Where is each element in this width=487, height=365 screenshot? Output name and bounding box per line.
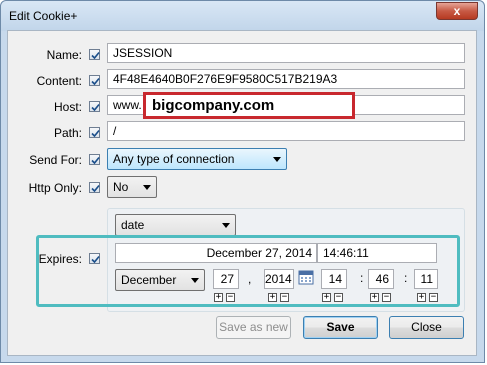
window-title: Edit Cookie+: [9, 9, 78, 23]
close-button[interactable]: Close: [389, 316, 464, 339]
checkmark-icon: [91, 156, 100, 165]
name-field[interactable]: JSESSION: [107, 43, 465, 63]
content-label: Content:: [36, 74, 82, 88]
host-highlight-box: bigcompany.com: [143, 92, 355, 119]
send-for-select[interactable]: Any type of connection: [107, 148, 287, 170]
window-close-button[interactable]: x: [436, 2, 478, 20]
http-only-value: No: [113, 180, 129, 194]
path-field[interactable]: /: [107, 121, 465, 141]
chevron-down-icon: [273, 157, 281, 162]
content-field[interactable]: 4F48E4640B0F276E9F9580C517B219A3: [107, 69, 465, 89]
host-checkbox[interactable]: [89, 101, 100, 112]
expires-mode-value: date: [121, 218, 145, 232]
expires-mode-select[interactable]: date: [115, 214, 236, 236]
save-as-new-button[interactable]: Save as new: [216, 316, 291, 339]
send-for-checkbox[interactable]: [89, 154, 100, 165]
http-only-select[interactable]: No: [107, 176, 157, 198]
title-bar: Edit Cookie+ x: [1, 1, 484, 31]
path-checkbox[interactable]: [89, 127, 100, 138]
content-checkbox[interactable]: [89, 75, 100, 86]
checkmark-icon: [91, 129, 100, 138]
checkmark-icon: [91, 103, 100, 112]
send-for-value: Any type of connection: [113, 152, 235, 166]
send-for-label: Send For:: [29, 153, 82, 167]
host-value: bigcompany.com: [152, 97, 275, 114]
path-label: Path:: [53, 126, 82, 140]
http-only-checkbox[interactable]: [89, 182, 100, 193]
expires-highlight-box: [36, 235, 460, 307]
save-button[interactable]: Save: [303, 316, 378, 339]
chevron-down-icon: [222, 223, 230, 228]
checkmark-icon: [91, 184, 100, 193]
name-checkbox[interactable]: [89, 49, 100, 60]
chevron-down-icon: [143, 185, 151, 190]
http-only-label: Http Only:: [28, 181, 82, 195]
host-label: Host:: [53, 100, 82, 114]
host-prefix: www.: [113, 98, 142, 112]
checkmark-icon: [91, 77, 100, 86]
checkmark-icon: [91, 51, 100, 60]
name-label: Name:: [46, 48, 82, 62]
